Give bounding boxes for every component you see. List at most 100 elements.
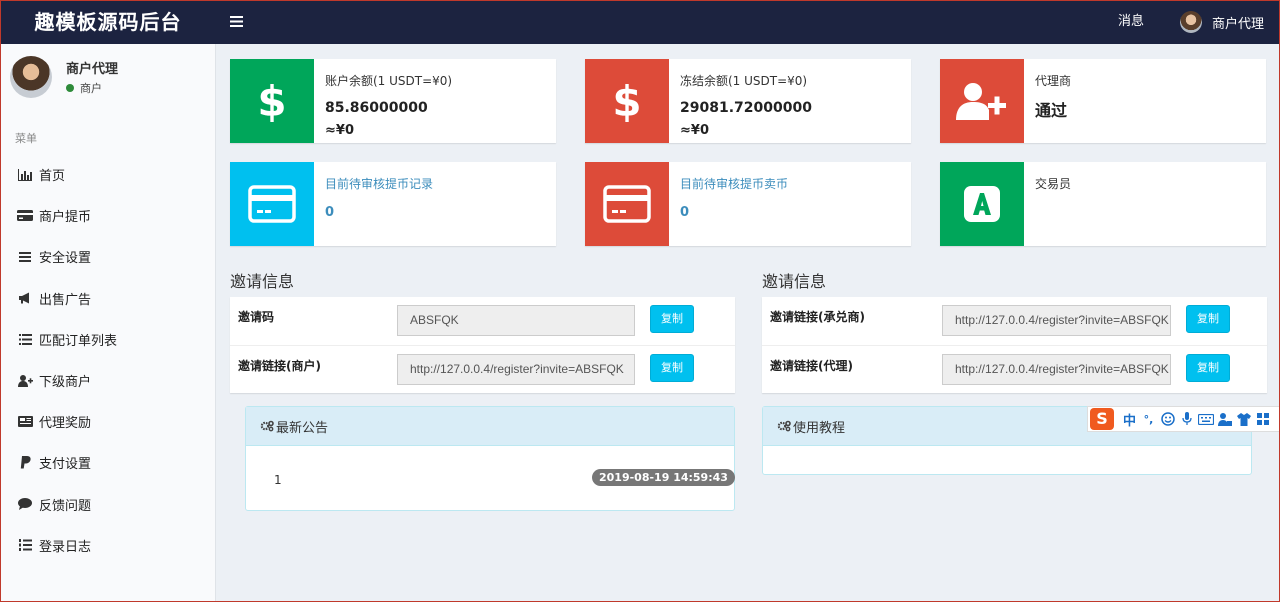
newspaper-icon [17, 414, 33, 430]
announcements-header: 最新公告 [246, 407, 734, 446]
copy-invite-code-button[interactable]: 复制 [650, 305, 694, 333]
agent-status: 通过 [1035, 101, 1068, 120]
gears-icon [777, 420, 791, 432]
brand-logo[interactable]: 趣模板源码后台 [0, 0, 216, 44]
user-menu[interactable]: 商户代理 [1180, 0, 1264, 44]
list-item[interactable]: 1 [274, 473, 282, 487]
frozen-value: 29081.72000000 [680, 100, 812, 116]
avatar [1180, 11, 1202, 33]
comment-icon [17, 496, 33, 512]
merchant-link-field[interactable]: http://127.0.0.4/register?invite=ABSFQK [397, 354, 635, 385]
gears-icon [260, 420, 274, 432]
messages-link[interactable]: 消息 [1118, 0, 1144, 44]
user-role: 商户 [80, 82, 102, 95]
bullhorn-icon [17, 290, 33, 306]
list-icon [17, 249, 33, 265]
pending-records-count: 0 [325, 205, 335, 220]
user-plus-icon [17, 373, 33, 389]
sidebar-item-login-log[interactable]: 登录日志 [0, 525, 215, 566]
sidebar-item-label: 登录日志 [39, 539, 92, 555]
user-name: 商户代理 [1212, 16, 1265, 32]
pending-records-link[interactable]: 目前待审核提币记录 [325, 175, 433, 192]
avatar [10, 56, 52, 98]
sidebar-item-label: 反馈问题 [39, 498, 92, 514]
keyboard-icon[interactable] [1196, 408, 1215, 430]
table-row: 邀请链接(商户) http://127.0.0.4/register?invit… [230, 345, 735, 393]
sidebar-item-orders[interactable]: 匹配订单列表 [0, 319, 215, 360]
sidebar: 商户代理 商户 菜单 首页 商户提币 安全设置 出售广告 匹配订单列表 下级商户… [0, 44, 216, 602]
trader-box: 交易员 [940, 162, 1266, 246]
sidebar-item-payment-settings[interactable]: 支付设置 [0, 442, 215, 483]
sidebar-item-label: 代理奖励 [39, 416, 92, 432]
tshirt-icon[interactable] [1234, 408, 1253, 430]
sidebar-item-agent-rewards[interactable]: 代理奖励 [0, 401, 215, 442]
copy-merchant-link-button[interactable]: 复制 [650, 354, 694, 382]
sidebar-item-sell-ads[interactable]: 出售广告 [0, 278, 215, 319]
acceptor-link-label: 邀请链接(承兑商) [770, 310, 865, 324]
hamburger-icon[interactable] [222, 0, 250, 44]
pending-sell-link[interactable]: 目前待审核提币卖币 [680, 175, 788, 192]
sidebar-item-label: 下级商户 [39, 375, 92, 391]
announcements-title: 最新公告 [276, 420, 329, 436]
user-plus-icon [940, 59, 1024, 143]
agent-box: 代理商 通过 [940, 59, 1266, 143]
tutorial-title: 使用教程 [793, 420, 846, 436]
agent-link-field[interactable]: http://127.0.0.4/register?invite=ABSFQK [942, 354, 1171, 385]
copy-acceptor-link-button[interactable]: 复制 [1186, 305, 1230, 333]
credit-card-icon [230, 162, 314, 246]
svg-text:$: $ [257, 78, 286, 124]
trader-title: 交易员 [1035, 177, 1072, 191]
microphone-icon[interactable] [1177, 408, 1196, 430]
balance-box: $ 账户余额(1 USDT=¥0) 85.86000000 ≈¥0 [230, 59, 556, 143]
user-panel: 商户代理 商户 [10, 56, 210, 106]
ime-chinese-toggle[interactable]: 中 [1120, 408, 1139, 430]
sogou-logo-icon[interactable]: S [1090, 408, 1114, 430]
table-row: 邀请链接(代理) http://127.0.0.4/register?invit… [762, 345, 1267, 393]
sidebar-item-sub-merchants[interactable]: 下级商户 [0, 360, 215, 401]
credit-card-icon [17, 208, 33, 224]
sidebar-item-feedback[interactable]: 反馈问题 [0, 484, 215, 525]
balance-cny: ≈¥0 [325, 123, 354, 138]
sidebar-item-home[interactable]: 首页 [0, 154, 215, 195]
online-dot-icon [66, 84, 74, 92]
grid-menu-icon[interactable] [1253, 408, 1272, 430]
dollar-icon: $ [585, 59, 669, 143]
sidebar-item-label: 出售广告 [39, 292, 92, 308]
invite-code-field[interactable]: ABSFQK [397, 305, 635, 336]
trader-app-icon [940, 162, 1024, 246]
paypal-icon [17, 455, 33, 471]
acceptor-link-field[interactable]: http://127.0.0.4/register?invite=ABSFQK [942, 305, 1171, 336]
top-navbar: 趣模板源码后台 消息 商户代理 [0, 0, 1280, 44]
user-settings-icon[interactable] [1215, 408, 1234, 430]
invite-info-panel: 邀请码 ABSFQK 复制 邀请链接(商户) http://127.0.0.4/… [230, 297, 735, 393]
sidebar-menu: 首页 商户提币 安全设置 出售广告 匹配订单列表 下级商户 代理奖励 支付设置 [0, 154, 215, 566]
table-row: 邀请链接(承兑商) http://127.0.0.4/register?invi… [762, 297, 1267, 345]
announcement-time-badge: 2019-08-19 14:59:43 [592, 469, 735, 486]
user-status: 商户 [66, 80, 102, 96]
table-row: 邀请码 ABSFQK 复制 [230, 297, 735, 345]
copy-agent-link-button[interactable]: 复制 [1186, 354, 1230, 382]
invite-info-panel: 邀请链接(承兑商) http://127.0.0.4/register?invi… [762, 297, 1267, 393]
ime-toolbar: S 中 °, [1087, 406, 1280, 432]
ime-punctuation-toggle[interactable]: °, [1139, 408, 1158, 430]
smiley-icon[interactable] [1158, 408, 1177, 430]
list-ol-icon [17, 537, 33, 553]
pending-sell-count: 0 [680, 205, 690, 220]
menu-header: 菜单 [15, 132, 37, 145]
agent-title: 代理商 [1035, 74, 1072, 88]
pending-sell-box: 目前待审核提币卖币 0 [585, 162, 911, 246]
sidebar-item-label: 支付设置 [39, 457, 92, 473]
balance-title: 账户余额(1 USDT=¥0) [325, 74, 453, 88]
agent-link-label: 邀请链接(代理) [770, 359, 853, 373]
sidebar-item-withdraw[interactable]: 商户提币 [0, 195, 215, 236]
list-icon [17, 331, 33, 347]
sidebar-item-security[interactable]: 安全设置 [0, 236, 215, 277]
sidebar-item-label: 安全设置 [39, 251, 92, 267]
sidebar-item-label: 首页 [39, 169, 66, 185]
invite-code-label: 邀请码 [238, 310, 275, 324]
frozen-cny: ≈¥0 [680, 123, 709, 138]
frozen-title: 冻结余额(1 USDT=¥0) [680, 74, 808, 88]
svg-text:$: $ [612, 78, 641, 124]
bar-chart-icon [17, 167, 33, 183]
invite-info-title: 邀请信息 [230, 272, 295, 291]
